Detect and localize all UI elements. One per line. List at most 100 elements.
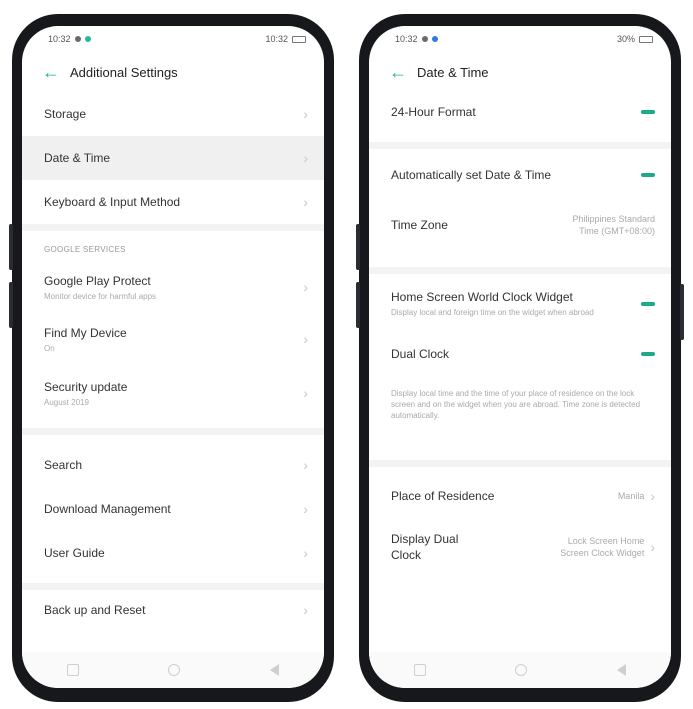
chevron-right-icon: › (303, 150, 308, 166)
row-find-device[interactable]: Find My Device On › (22, 312, 324, 366)
app-notification-icon (84, 36, 91, 42)
row-date-time[interactable]: Date & Time › (22, 136, 324, 180)
arrow-left-icon[interactable]: ← (389, 63, 417, 81)
status-left: 10:32 (395, 34, 438, 44)
status-time: 10:32 (395, 34, 418, 44)
row-display-dual-clock[interactable]: Display Dual Clock Lock Screen Home Scre… (369, 521, 671, 573)
divider (22, 224, 324, 231)
row-label: Security update (44, 379, 128, 394)
row-label: Time Zone (391, 218, 448, 232)
row-dual-clock[interactable]: Dual Clock (369, 334, 671, 374)
status-left: 10:32 (48, 34, 91, 44)
battery-icon (639, 35, 653, 43)
row-24-hour-format[interactable]: 24-Hour Format (369, 92, 671, 132)
chevron-right-icon: › (303, 331, 308, 347)
row-value: Manila (617, 491, 645, 501)
battery-icon (292, 35, 306, 43)
header: ← Additional Settings (22, 52, 324, 92)
row-time-zone[interactable]: Time Zone Philippines Standard Time (GMT… (369, 197, 671, 253)
signal-icon (74, 36, 81, 42)
row-download-management[interactable]: Download Management › (22, 487, 324, 531)
row-search[interactable]: Search › (22, 443, 324, 487)
row-label: Place of Residence (391, 489, 495, 503)
toggle-switch[interactable] (641, 173, 655, 177)
right-screen: 10:32 30% ← Date & Time 24-Hour Format A… (369, 26, 671, 688)
row-label: 24-Hour Format (391, 105, 476, 119)
chevron-right-icon: › (303, 501, 308, 517)
status-bar: 10:32 30% (369, 26, 671, 52)
value-line: Lock Screen Home (567, 536, 645, 546)
row-label: Keyboard & Input Method (44, 195, 181, 209)
volume-down-button (9, 282, 13, 328)
volume-up-button (356, 224, 360, 270)
row-label: Download Management (44, 502, 171, 516)
row-play-protect[interactable]: Google Play Protect Monitor device for h… (22, 262, 324, 312)
back-nav-icon[interactable] (617, 664, 627, 676)
divider (369, 267, 671, 274)
row-value: Philippines Standard Time (GMT+08:00) (572, 213, 655, 237)
row-label: Back up and Reset (44, 603, 146, 617)
value-line: Time (GMT+08:00) (579, 226, 655, 236)
header: ← Date & Time (369, 52, 671, 92)
divider (22, 583, 324, 590)
value-line: Philippines Standard (572, 214, 655, 224)
toggle-switch[interactable] (641, 110, 655, 114)
row-place-of-residence[interactable]: Place of Residence Manila › (369, 471, 671, 521)
status-right-text: 10:32 (265, 34, 288, 44)
row-label: Home Screen World Clock Widget (391, 290, 573, 304)
app-notification-icon (431, 36, 438, 42)
row-storage[interactable]: Storage › (22, 92, 324, 136)
chevron-right-icon: › (303, 106, 308, 122)
divider (22, 428, 324, 435)
home-icon[interactable] (168, 664, 181, 676)
chevron-right-icon: › (650, 488, 655, 504)
row-home-screen-clock[interactable]: Home Screen World Clock Widget Display l… (369, 274, 671, 334)
left-screen: 10:32 10:32 ← Additional Settings Storag… (22, 26, 324, 688)
row-label: Search (44, 458, 83, 472)
row-label: Clock (391, 548, 422, 562)
value-line: Screen Clock Widget (560, 548, 645, 558)
chevron-right-icon: › (303, 194, 308, 210)
row-user-guide[interactable]: User Guide › (22, 531, 324, 575)
date-time-list: 24-Hour Format Automatically set Date & … (369, 92, 671, 573)
row-keyboard[interactable]: Keyboard & Input Method › (22, 180, 324, 224)
row-label: User Guide (44, 546, 105, 560)
recents-icon[interactable] (66, 664, 79, 676)
status-time: 10:32 (48, 34, 71, 44)
back-nav-icon[interactable] (270, 664, 280, 676)
row-label: Automatically set Date & Time (391, 168, 552, 182)
page-title: Additional Settings (70, 64, 178, 80)
nav-bar (369, 652, 671, 688)
status-right-text: 30% (616, 34, 635, 44)
status-right: 10:32 (265, 34, 306, 44)
row-backup-reset[interactable]: Back up and Reset › (22, 590, 324, 630)
row-auto-date-time[interactable]: Automatically set Date & Time (369, 153, 671, 197)
section-label: GOOGLE SERVICES (44, 245, 126, 254)
toggle-switch[interactable] (641, 302, 655, 306)
dual-clock-description: Display local time and the time of your … (391, 389, 641, 420)
row-label: Date & Time (44, 151, 111, 165)
signal-icon (421, 36, 428, 42)
status-right: 30% (617, 34, 653, 44)
status-bar: 10:32 10:32 (22, 26, 324, 52)
volume-up-button (9, 224, 13, 270)
divider (369, 142, 671, 149)
recents-icon[interactable] (413, 664, 426, 676)
volume-down-button (356, 282, 360, 328)
chevron-right-icon: › (303, 545, 308, 561)
row-label: Find My Device (44, 325, 127, 340)
row-label: Display Dual (391, 532, 459, 546)
row-label: Dual Clock (391, 347, 450, 361)
right-phone: 10:32 30% ← Date & Time 24-Hour Format A… (356, 14, 684, 702)
toggle-switch[interactable] (641, 352, 655, 356)
row-sublabel: August 2019 (44, 397, 89, 407)
home-icon[interactable] (515, 664, 528, 676)
row-security-update[interactable]: Security update August 2019 › (22, 366, 324, 420)
page-title: Date & Time (417, 64, 489, 80)
chevron-right-icon: › (303, 385, 308, 401)
chevron-right-icon: › (303, 602, 308, 618)
row-sublabel: On (44, 343, 55, 353)
arrow-left-icon[interactable]: ← (42, 63, 70, 81)
left-phone: 10:32 10:32 ← Additional Settings Storag… (9, 14, 334, 702)
row-label: Storage (44, 107, 87, 121)
